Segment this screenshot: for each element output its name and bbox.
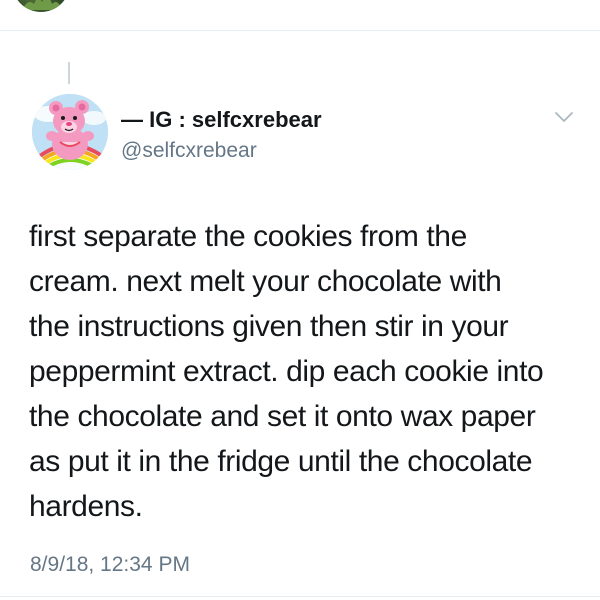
previous-tweet-avatar[interactable] — [12, 0, 70, 12]
tweet-text: first separate the cookies from the crea… — [29, 214, 589, 529]
divider — [0, 596, 600, 597]
tweet-text-line: the chocolate and set it onto wax paper — [29, 400, 536, 433]
tweet-page: — IG : selfcxrebear @selfcxrebear first … — [0, 0, 600, 600]
user-handle[interactable]: @selfcxrebear — [121, 139, 257, 163]
chevron-down-icon — [555, 112, 573, 122]
avatar[interactable] — [32, 94, 108, 170]
tweet-text-line: as put it in the fridge until the chocol… — [29, 445, 533, 478]
tweet-text-line: first separate the cookies from the — [29, 220, 467, 253]
tweet-text-line: the instructions given then stir in your — [29, 310, 509, 343]
tweet-text-line: peppermint extract. dip each cookie into — [29, 355, 544, 388]
divider — [0, 30, 600, 31]
tweet-text-line: hardens. — [29, 490, 143, 523]
tweet-menu-button[interactable] — [554, 110, 574, 124]
thread-connector-line — [68, 62, 70, 84]
tweet-text-line: cream. next melt your chocolate with — [29, 265, 502, 298]
plant-image — [22, 0, 62, 10]
display-name[interactable]: — IG : selfcxrebear — [121, 107, 322, 133]
tweet-timestamp[interactable]: 8/9/18, 12:34 PM — [30, 553, 190, 577]
care-bear-avatar-icon — [32, 94, 108, 170]
